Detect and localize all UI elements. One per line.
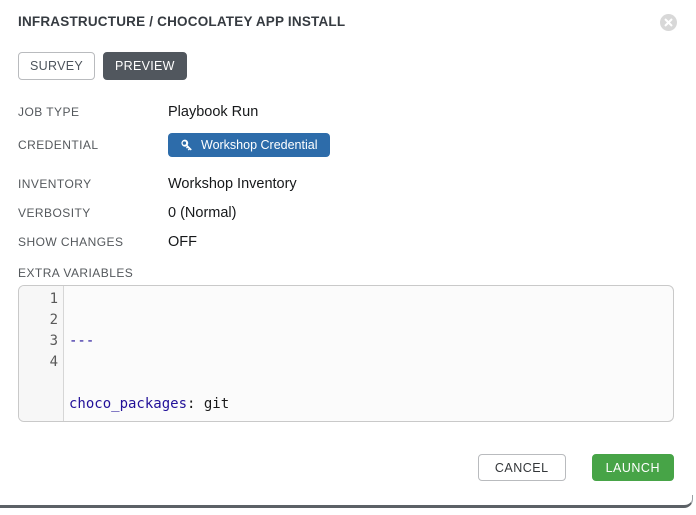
- field-label: INVENTORY: [18, 177, 168, 191]
- line-number: 4: [19, 352, 58, 373]
- editor-code-area[interactable]: --- choco_packages: git app_state: prese…: [64, 286, 673, 421]
- key-icon: [180, 139, 193, 152]
- extra-variables-label: EXTRA VARIABLES: [18, 266, 674, 280]
- code-line: ---: [69, 331, 673, 352]
- field-value: 0 (Normal): [168, 205, 236, 221]
- code-line: choco_packages: git: [69, 394, 673, 415]
- launch-button[interactable]: LAUNCH: [592, 454, 674, 481]
- field-verbosity: VERBOSITY 0 (Normal): [18, 204, 674, 222]
- page-bottom-edge: [0, 495, 693, 508]
- field-show-changes: SHOW CHANGES OFF: [18, 233, 674, 251]
- modal-header: INFRASTRUCTURE / CHOCOLATEY APP INSTALL: [18, 13, 674, 31]
- job-launch-preview-modal: INFRASTRUCTURE / CHOCOLATEY APP INSTALL …: [0, 0, 696, 515]
- credential-badge-label: Workshop Credential: [201, 138, 318, 152]
- field-label: CREDENTIAL: [18, 138, 168, 152]
- page-title: INFRASTRUCTURE / CHOCOLATEY APP INSTALL: [18, 13, 345, 31]
- credential-badge[interactable]: Workshop Credential: [168, 133, 330, 157]
- field-label: JOB TYPE: [18, 105, 168, 119]
- line-number: 2: [19, 310, 58, 331]
- line-number: 3: [19, 331, 58, 352]
- extra-variables-editor[interactable]: 1 2 3 4 --- choco_packages: git app_stat…: [18, 285, 674, 422]
- tab-bar: SURVEY PREVIEW: [18, 52, 674, 80]
- tab-survey[interactable]: SURVEY: [18, 52, 95, 80]
- cancel-button[interactable]: CANCEL: [478, 454, 566, 481]
- field-credential: CREDENTIAL Workshop Credential: [18, 133, 674, 157]
- field-value: Workshop Inventory: [168, 176, 297, 192]
- job-details: JOB TYPE Playbook Run CREDENTIAL Worksho…: [18, 103, 674, 251]
- modal-footer: CANCEL LAUNCH: [478, 454, 674, 481]
- field-value: Playbook Run: [168, 104, 258, 120]
- field-label: SHOW CHANGES: [18, 235, 168, 249]
- field-job-type: JOB TYPE Playbook Run: [18, 103, 674, 121]
- field-inventory: INVENTORY Workshop Inventory: [18, 175, 674, 193]
- extra-variables-section: EXTRA VARIABLES 1 2 3 4 --- choco_packag…: [18, 266, 674, 422]
- field-value: OFF: [168, 234, 197, 250]
- line-number: 1: [19, 289, 58, 310]
- field-label: VERBOSITY: [18, 206, 168, 220]
- close-icon[interactable]: [660, 14, 677, 31]
- editor-line-numbers: 1 2 3 4: [19, 286, 64, 421]
- tab-preview[interactable]: PREVIEW: [103, 52, 187, 80]
